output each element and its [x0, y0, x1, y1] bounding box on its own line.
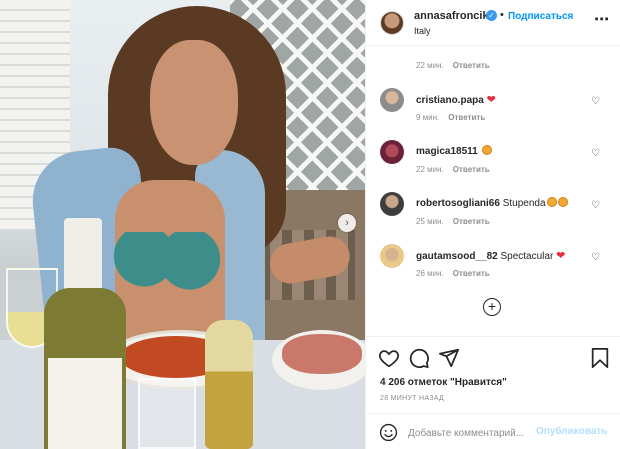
- photo-ham: [282, 334, 362, 374]
- comments-list: 22 мин. Ответить cristiano.papa ❤ ♡ 9 мин…: [366, 46, 620, 336]
- comment-text: magica18511: [416, 145, 492, 157]
- comment-text: robertosogliani66 Stupenda: [416, 197, 568, 209]
- carousel-next-icon[interactable]: ›: [338, 214, 356, 232]
- emoji-smile-icon[interactable]: [379, 423, 398, 442]
- photo-oil-carafe: [205, 320, 253, 449]
- photo-tumbler: [138, 378, 196, 449]
- commenter-username[interactable]: cristiano.papa: [416, 95, 484, 106]
- reply-button[interactable]: Ответить: [453, 217, 490, 226]
- comment-item: robertosogliani66 Stupenda ♡ 25 мин. Отве…: [366, 192, 620, 232]
- photo-face: [150, 40, 238, 165]
- photo-wine-bottle: [40, 218, 128, 449]
- comment-like-heart-icon[interactable]: ♡: [591, 96, 600, 107]
- author-username[interactable]: annasafroncik: [414, 10, 489, 22]
- comment-time: 22 мин.: [416, 61, 444, 70]
- comment-meta: 25 мин. Ответить: [416, 217, 490, 226]
- comment-meta: 26 мин. Ответить: [416, 269, 490, 278]
- plus-circle-icon[interactable]: +: [483, 298, 501, 316]
- author-avatar[interactable]: [380, 11, 404, 35]
- comment-item: cristiano.papa ❤ ♡ 9 мин. Ответить: [366, 88, 620, 128]
- publish-comment-button[interactable]: Опубликовать: [536, 426, 607, 437]
- post-side-panel: annasafroncik ✓ • Подписаться Italy ⋯ 22…: [365, 0, 620, 449]
- comment-icon[interactable]: [408, 347, 430, 369]
- heart-emoji-icon: ❤: [486, 94, 496, 106]
- heart-emoji-icon: ❤: [556, 250, 566, 262]
- comment-meta: 22 мин. Ответить: [416, 61, 490, 70]
- heart-eyes-emoji-icon: [557, 197, 568, 207]
- post-header: annasafroncik ✓ • Подписаться Italy ⋯: [366, 0, 620, 46]
- follow-button[interactable]: Подписаться: [508, 11, 573, 22]
- comment-item: gautamsood__82 Spectacular ❤ ♡ 26 мин. От…: [366, 244, 620, 284]
- likes-count[interactable]: 4 206 отметок "Нравится": [380, 377, 507, 388]
- commenter-avatar[interactable]: [380, 140, 404, 164]
- comment-meta: 9 мин. Ответить: [416, 113, 486, 122]
- share-icon[interactable]: [438, 347, 460, 369]
- reply-button[interactable]: Ответить: [448, 113, 485, 122]
- comment-text: gautamsood__82 Spectacular ❤: [416, 250, 566, 262]
- comment-like-heart-icon[interactable]: ♡: [591, 148, 600, 159]
- commenter-avatar[interactable]: [380, 192, 404, 216]
- verified-badge-icon: ✓: [486, 10, 497, 21]
- comment-text: cristiano.papa ❤: [416, 93, 496, 106]
- commenter-avatar[interactable]: [380, 88, 404, 112]
- comment-like-heart-icon[interactable]: ♡: [591, 200, 600, 211]
- post-photo[interactable]: ›: [0, 0, 365, 449]
- reply-button[interactable]: Ответить: [453, 165, 490, 174]
- heart-eyes-emoji-icon: [481, 145, 492, 155]
- add-comment-bar: Опубликовать: [366, 413, 620, 449]
- comment-like-heart-icon[interactable]: ♡: [591, 252, 600, 263]
- post-actions: 4 206 отметок "Нравится" 28 МИНУТ НАЗАД …: [366, 336, 620, 449]
- post-timestamp: 28 МИНУТ НАЗАД: [380, 395, 445, 402]
- reply-button[interactable]: Ответить: [453, 61, 490, 70]
- comment-item: magica18511 ♡ 22 мин. Ответить: [366, 140, 620, 180]
- photo-bikini: [112, 232, 220, 292]
- more-dots-icon[interactable]: ⋯: [594, 10, 610, 28]
- heart-icon[interactable]: [378, 347, 400, 369]
- reply-button[interactable]: Ответить: [453, 269, 490, 278]
- header-separator: •: [500, 9, 504, 21]
- commenter-username[interactable]: magica18511: [416, 146, 478, 157]
- post-location[interactable]: Italy: [414, 26, 431, 36]
- commenter-username[interactable]: robertosogliani66: [416, 198, 500, 209]
- comment-meta: 22 мин. Ответить: [416, 165, 490, 174]
- commenter-avatar[interactable]: [380, 244, 404, 268]
- heart-eyes-emoji-icon: [546, 197, 557, 207]
- bookmark-icon[interactable]: [589, 347, 611, 369]
- commenter-username[interactable]: gautamsood__82: [416, 251, 498, 262]
- comment-input[interactable]: [408, 425, 534, 441]
